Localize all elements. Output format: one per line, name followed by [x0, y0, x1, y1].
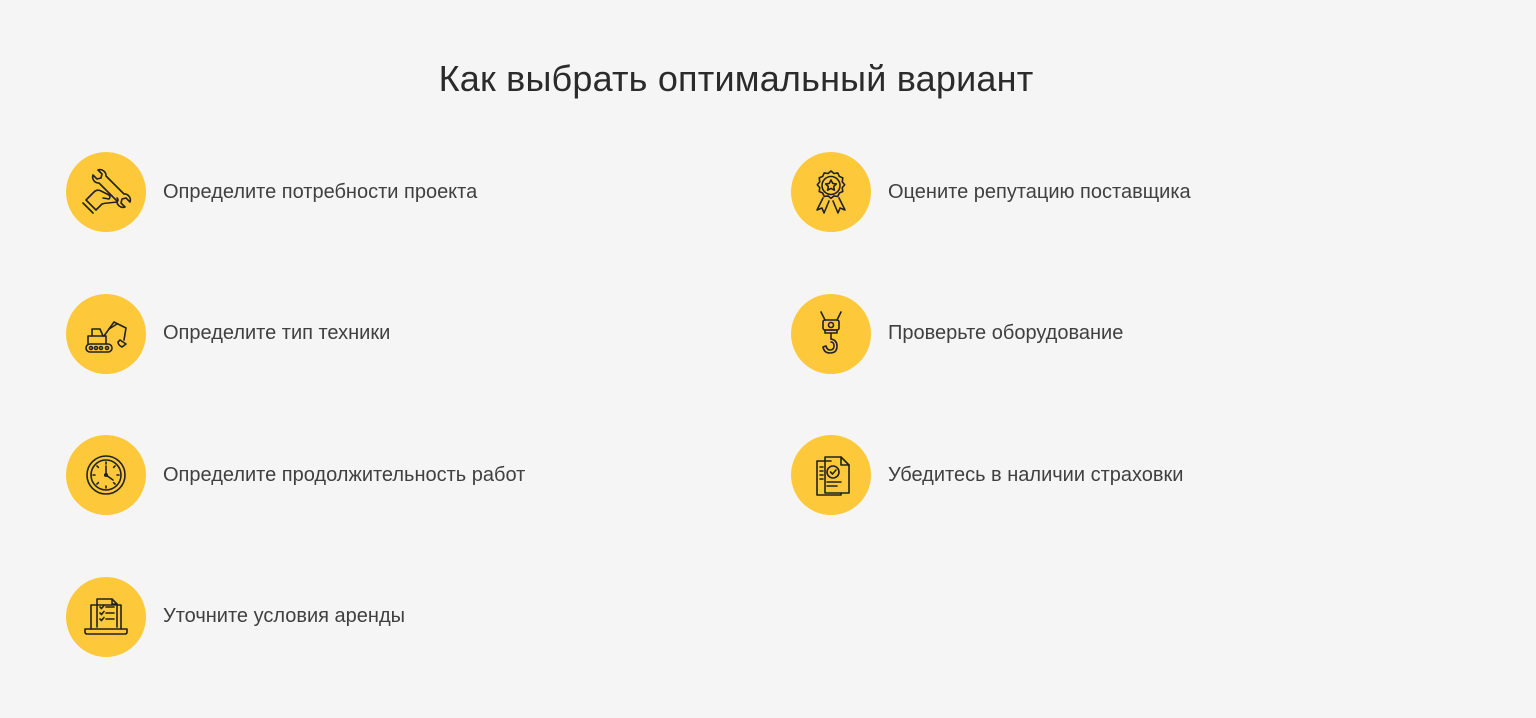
laptop-document-icon — [66, 576, 146, 657]
certificate-check-icon — [791, 435, 871, 515]
list-item: Оцените репутацию поставщика — [791, 152, 1191, 232]
list-item: Убедитесь в наличии страховки — [791, 435, 1191, 515]
list-item: Определите тип техники — [66, 293, 525, 374]
excavator-icon — [66, 293, 146, 374]
item-label: Определите продолжительность работ — [163, 463, 526, 486]
item-label: Убедитесь в наличии страховки — [888, 463, 1184, 486]
item-label: Уточните условия аренды — [163, 605, 406, 627]
page: Как выбрать оптимальный вариант Определи… — [0, 0, 1536, 717]
list-item: Определите продолжительность работ — [66, 435, 525, 515]
page-title: Как выбрать оптимальный вариант — [438, 58, 1034, 99]
hand-wrench-icon — [66, 152, 146, 232]
item-label: Оцените репутацию поставщика — [888, 180, 1191, 203]
clock-icon — [66, 435, 146, 515]
crane-hook-icon — [791, 293, 871, 374]
right-column: Оцените репутацию поставщика Проверьте о… — [791, 152, 1191, 577]
left-column: Определите потребности проекта Определит… — [66, 152, 525, 718]
item-label: Определите тип техники — [163, 322, 391, 344]
list-item: Уточните условия аренды — [66, 576, 525, 657]
item-label: Проверьте оборудование — [888, 322, 1124, 344]
list-item: Проверьте оборудование — [791, 293, 1191, 374]
award-medal-icon — [791, 152, 871, 232]
list-item: Определите потребности проекта — [66, 152, 525, 232]
item-label: Определите потребности проекта — [163, 180, 478, 203]
